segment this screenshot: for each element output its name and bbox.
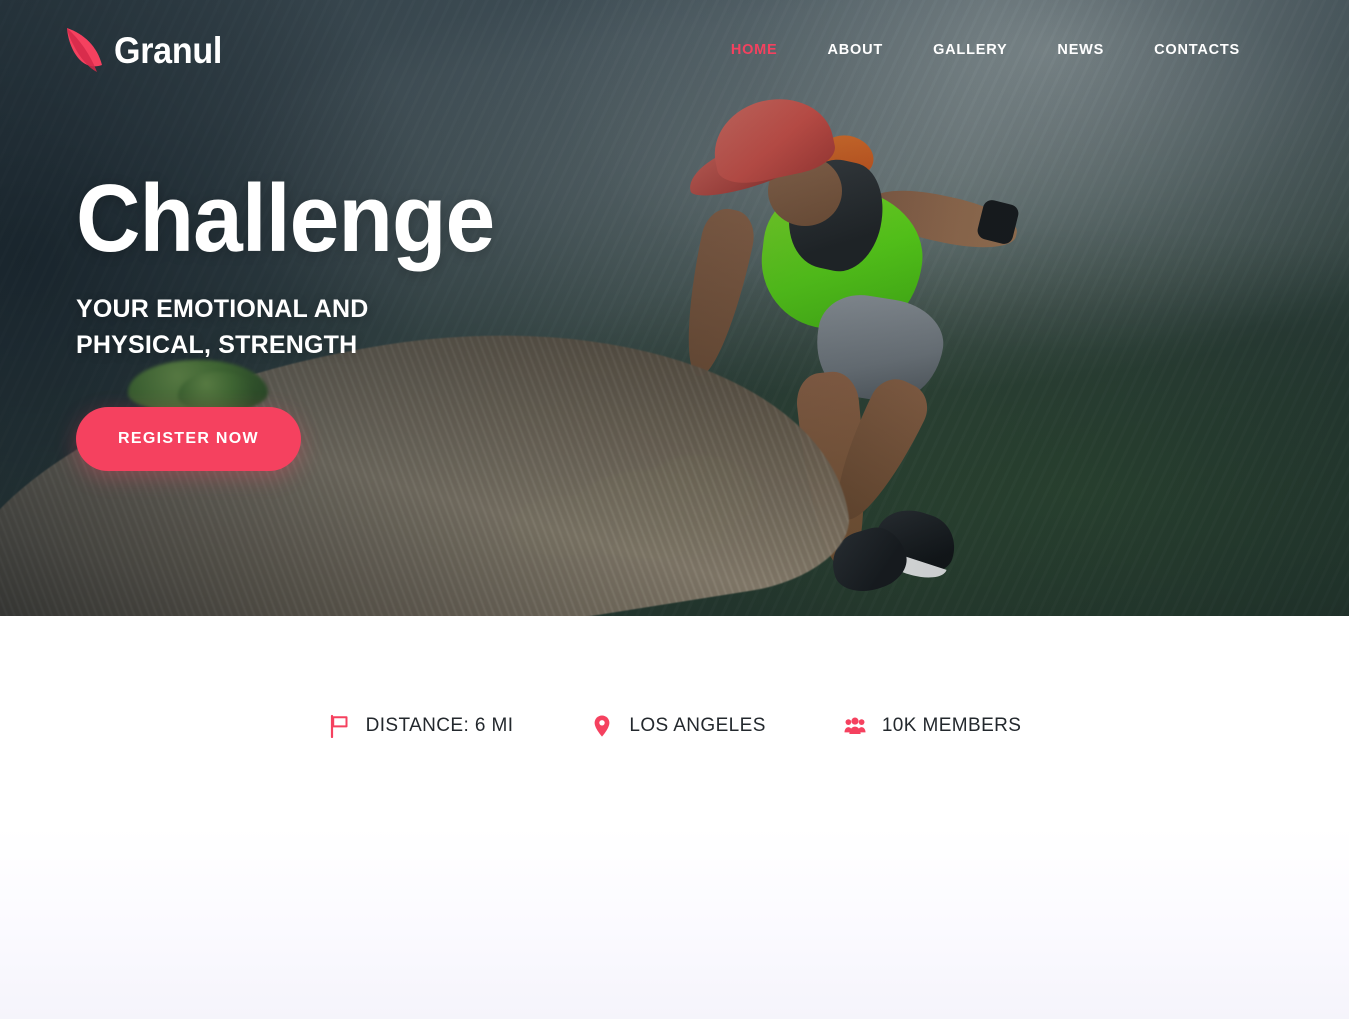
nav-item-about[interactable]: ABOUT <box>803 42 909 58</box>
info-item-location: LOS ANGELES <box>591 714 765 738</box>
nav-item-contacts[interactable]: CONTACTS <box>1129 42 1265 58</box>
info-label-location: LOS ANGELES <box>629 715 766 736</box>
nav-item-home[interactable]: HOME <box>706 42 803 58</box>
event-info-section: DISTANCE: 6 MI LOS ANGELES 10K MEMBERS <box>0 616 1349 1019</box>
main-navigation[interactable]: HOME ABOUT GALLERY NEWS CONTACTS <box>706 42 1265 58</box>
info-item-members: 10K MEMBERS <box>844 714 1022 738</box>
flag-icon <box>330 714 348 738</box>
feather-swoosh-icon <box>67 28 102 72</box>
nav-item-news[interactable]: NEWS <box>1032 42 1129 58</box>
hero-content: Challenge YOUR EMOTIONAL AND PHYSICAL, S… <box>76 165 526 472</box>
brand-name: Granul <box>114 29 223 71</box>
hero-title: Challenge <box>76 165 495 272</box>
hero-section: Granul HOME ABOUT GALLERY NEWS CONTACTS … <box>0 0 1349 616</box>
brand-logo[interactable]: Granul <box>64 24 231 76</box>
info-label-members: 10K MEMBERS <box>881 715 1022 736</box>
info-item-distance: DISTANCE: 6 MI <box>328 714 514 738</box>
event-info-bar: DISTANCE: 6 MI LOS ANGELES 10K MEMBERS <box>0 616 1349 738</box>
landing-page: Granul HOME ABOUT GALLERY NEWS CONTACTS … <box>0 0 1349 1019</box>
nav-item-gallery[interactable]: GALLERY <box>908 42 1032 58</box>
register-now-button[interactable]: REGISTER NOW <box>76 407 301 472</box>
hero-subtitle: YOUR EMOTIONAL AND PHYSICAL, STRENGTH <box>76 295 369 359</box>
map-pin-icon <box>594 715 610 737</box>
info-label-distance: DISTANCE: 6 MI <box>365 715 514 736</box>
users-group-icon <box>844 717 866 734</box>
site-header: Granul HOME ABOUT GALLERY NEWS CONTACTS <box>0 0 1349 100</box>
